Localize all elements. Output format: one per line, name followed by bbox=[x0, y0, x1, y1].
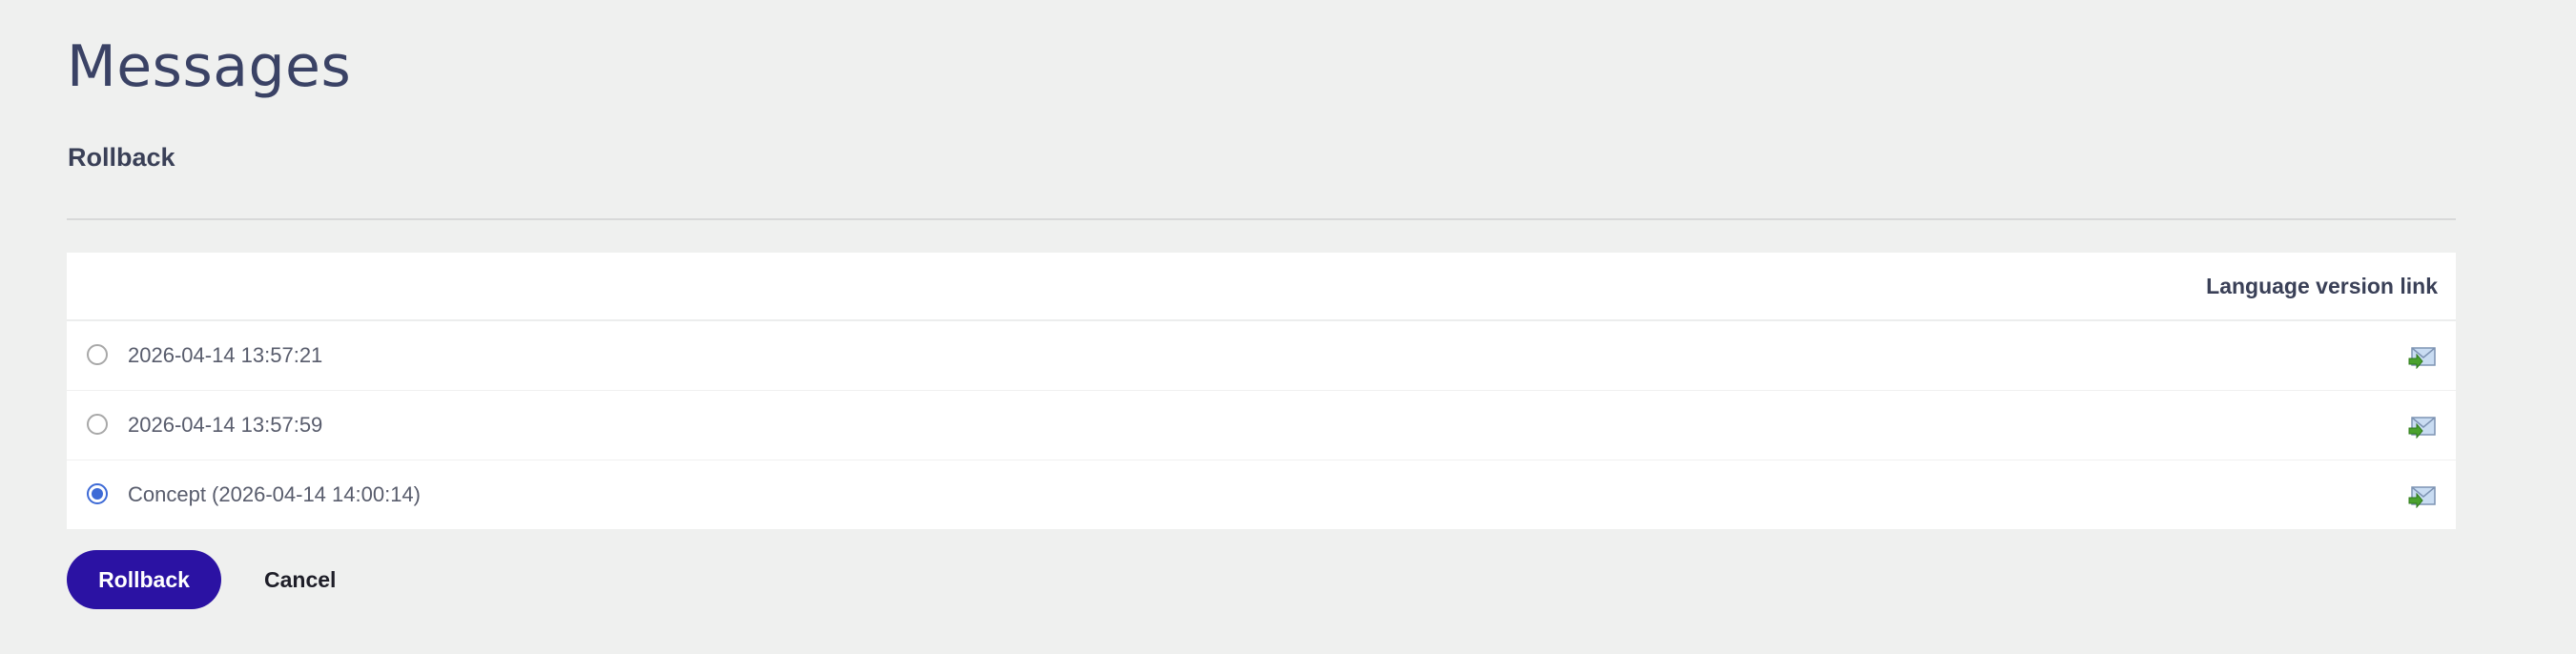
version-radio[interactable] bbox=[87, 414, 108, 435]
version-radio[interactable] bbox=[87, 344, 108, 365]
page-title: Messages bbox=[67, 33, 352, 100]
version-label: 2026-04-14 13:57:21 bbox=[128, 343, 323, 367]
divider bbox=[67, 218, 2456, 220]
language-version-link-icon[interactable] bbox=[2408, 414, 2437, 439]
cancel-button[interactable]: Cancel bbox=[264, 550, 336, 609]
language-version-link-icon[interactable] bbox=[2408, 344, 2437, 370]
version-label: Concept (2026-04-14 14:00:14) bbox=[128, 482, 421, 506]
rollback-version-table: Language version link 2026-04-14 13:57:2… bbox=[67, 253, 2456, 529]
language-version-link-icon[interactable] bbox=[2408, 483, 2437, 509]
version-radio-selected[interactable] bbox=[87, 483, 108, 504]
table-header: Language version link bbox=[67, 253, 2456, 321]
rollback-button[interactable]: Rollback bbox=[67, 550, 221, 609]
table-row[interactable]: Concept (2026-04-14 14:00:14) bbox=[67, 460, 2456, 529]
page: Messages Rollback Language version link … bbox=[0, 0, 2576, 654]
table-row[interactable]: 2026-04-14 13:57:59 bbox=[67, 391, 2456, 460]
column-header-language-version-link: Language version link bbox=[2206, 274, 2438, 298]
section-title: Rollback bbox=[68, 143, 175, 172]
version-label: 2026-04-14 13:57:59 bbox=[128, 413, 323, 437]
table-row[interactable]: 2026-04-14 13:57:21 bbox=[67, 321, 2456, 391]
